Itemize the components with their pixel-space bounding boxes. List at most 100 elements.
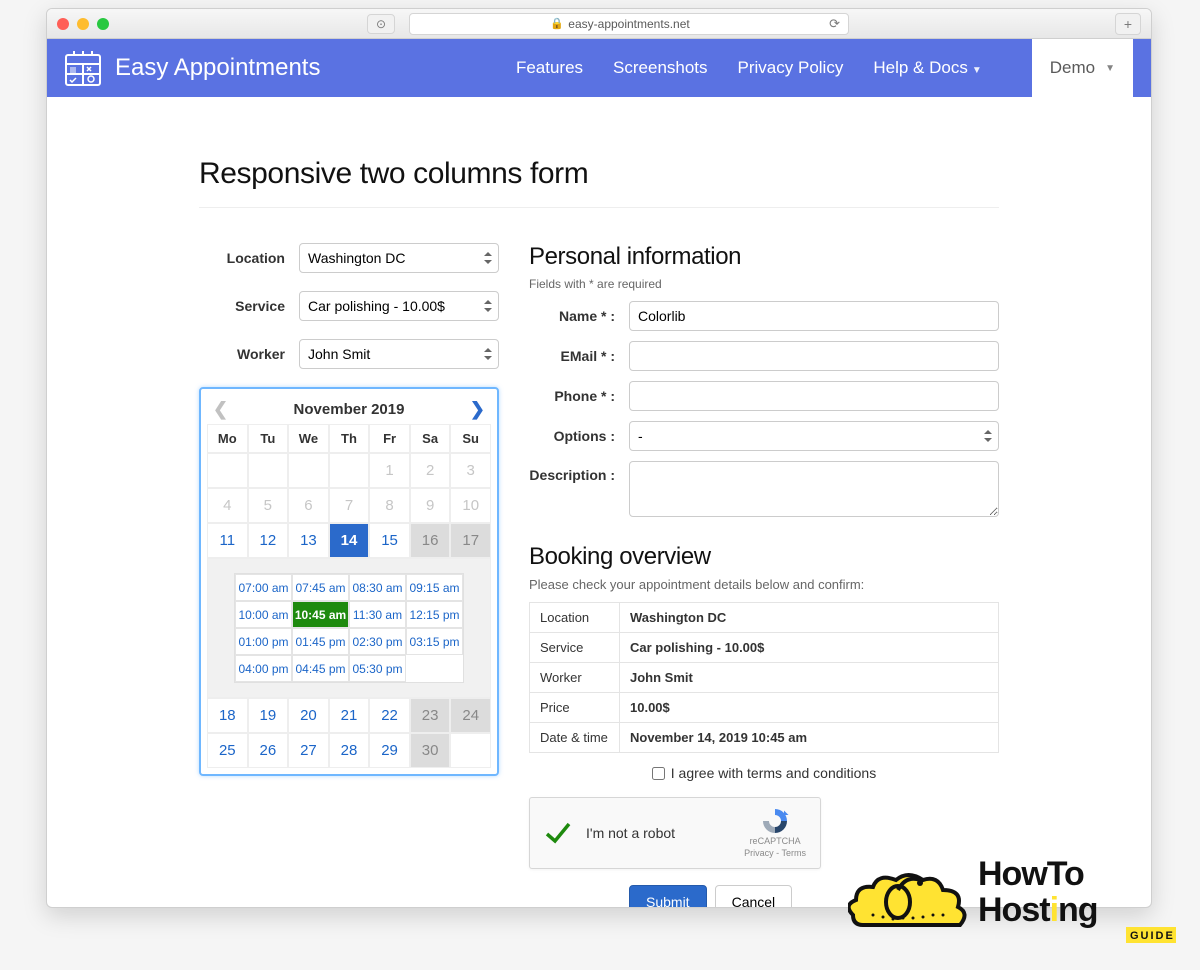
personal-hint: Fields with * are required [529,277,999,291]
calendar-day[interactable]: 25 [207,733,248,768]
email-field[interactable] [629,341,999,371]
service-select[interactable]: Car polishing - 10.00$ [299,291,499,321]
page-title: Responsive two columns form [199,157,999,208]
calendar-next-icon[interactable]: ❯ [470,399,485,420]
overview-heading: Booking overview [529,543,999,571]
calendar-day [207,453,248,488]
overview-table: LocationWashington DCServiceCar polishin… [529,602,999,753]
calendar-day: 3 [450,453,491,488]
timeslot[interactable]: 04:00 pm [235,655,292,682]
timeslot[interactable]: 01:45 pm [292,628,349,655]
reader-button[interactable]: ⊙ [367,14,395,34]
url-bar[interactable]: 🔒 easy-appointments.net ⟳ [409,13,849,35]
calendar-day[interactable]: 19 [248,698,289,733]
maximize-icon[interactable] [97,18,109,30]
nav-tab-demo[interactable]: Demo ▼ [1032,39,1133,97]
cancel-button[interactable]: Cancel [715,885,793,907]
phone-field[interactable] [629,381,999,411]
calendar-month-label: November 2019 [294,401,405,418]
label-worker: Worker [199,346,299,362]
calendar-day: 4 [207,488,248,523]
minimize-icon[interactable] [77,18,89,30]
terms-label: I agree with terms and conditions [671,765,876,781]
calendar-day [248,453,289,488]
new-tab-button[interactable]: + [1115,13,1141,35]
main-container: Responsive two columns form Location Was… [199,97,999,907]
submit-button[interactable]: Submit [629,885,707,907]
browser-titlebar: ⊙ 🔒 easy-appointments.net ⟳ + [47,9,1151,39]
overview-key: Location [530,603,620,633]
browser-window: ⊙ 🔒 easy-appointments.net ⟳ + [46,8,1152,908]
calendar-day[interactable]: 15 [369,523,410,558]
calendar-day[interactable]: 27 [288,733,329,768]
overview-key: Price [530,693,620,723]
site-navbar: Easy Appointments Features Screenshots P… [47,39,1151,97]
lock-icon: 🔒 [550,17,564,30]
calendar-day: 17 [450,523,491,558]
form-actions: Submit Cancel [529,885,999,907]
location-select[interactable]: Washington DC [299,243,499,273]
recaptcha-checkmark-icon [544,819,572,847]
calendar-day[interactable]: 18 [207,698,248,733]
overview-key: Worker [530,663,620,693]
calendar-day[interactable]: 29 [369,733,410,768]
timeslot[interactable]: 11:30 am [349,601,406,628]
recaptcha-label: I'm not a robot [586,825,675,841]
recaptcha-widget[interactable]: I'm not a robot reCAPTCHA Privacy - Term… [529,797,821,869]
timeslot[interactable]: 07:45 am [292,574,349,601]
calendar-day[interactable]: 26 [248,733,289,768]
calendar-day [288,453,329,488]
table-row: LocationWashington DC [530,603,999,633]
calendar: ❮ November 2019 ❯ MoTuWeThFrSaSu12345678… [199,387,499,776]
timeslot[interactable]: 02:30 pm [349,628,406,655]
calendar-day[interactable]: 20 [288,698,329,733]
calendar-day: 5 [248,488,289,523]
nav-link-help[interactable]: Help & Docs▼ [873,58,981,78]
nav-link-features[interactable]: Features [516,58,583,78]
nav-link-privacy[interactable]: Privacy Policy [738,58,844,78]
timeslot[interactable]: 08:30 am [349,574,406,601]
calendar-day[interactable]: 22 [369,698,410,733]
overview-key: Service [530,633,620,663]
calendar-day[interactable]: 21 [329,698,370,733]
timeslot[interactable]: 09:15 am [406,574,463,601]
calendar-day: 1 [369,453,410,488]
nav-link-screenshots[interactable]: Screenshots [613,58,708,78]
timeslot[interactable]: 04:45 pm [292,655,349,682]
timeslot[interactable]: 05:30 pm [349,655,406,682]
brand[interactable]: Easy Appointments [65,50,320,86]
calendar-day: 8 [369,488,410,523]
recaptcha-brand: reCAPTCHA Privacy - Terms [744,806,806,859]
calendar-dow: Sa [410,424,451,453]
description-field[interactable] [629,461,999,517]
worker-select[interactable]: John Smit [299,339,499,369]
calendar-grid: MoTuWeThFrSaSu12345678910111213141516170… [207,424,491,768]
timeslot[interactable]: 10:00 am [235,601,292,628]
timeslots-panel: 07:00 am07:45 am08:30 am09:15 am 10:00 am… [207,558,491,698]
reload-icon[interactable]: ⟳ [829,16,840,32]
calendar-day[interactable]: 11 [207,523,248,558]
overview-key: Date & time [530,723,620,753]
timeslot[interactable]: 10:45 am [292,601,349,628]
calendar-day: 10 [450,488,491,523]
calendar-day[interactable]: 12 [248,523,289,558]
timeslot[interactable]: 01:00 pm [235,628,292,655]
calendar-prev-icon[interactable]: ❮ [213,399,228,420]
label-options: Options : [529,428,629,444]
terms-checkbox[interactable] [652,767,665,780]
chevron-down-icon: ▼ [1105,63,1115,74]
close-icon[interactable] [57,18,69,30]
overview-value: John Smit [620,663,999,693]
calendar-day[interactable]: 14 [329,523,370,558]
calendar-dow: Mo [207,424,248,453]
timeslot[interactable]: 07:00 am [235,574,292,601]
calendar-dow: Th [329,424,370,453]
name-field[interactable] [629,301,999,331]
timeslot[interactable]: 03:15 pm [406,628,463,655]
calendar-day: 2 [410,453,451,488]
calendar-day[interactable]: 13 [288,523,329,558]
table-row: ServiceCar polishing - 10.00$ [530,633,999,663]
calendar-day[interactable]: 28 [329,733,370,768]
options-select[interactable]: - [629,421,999,451]
timeslot[interactable]: 12:15 pm [406,601,463,628]
